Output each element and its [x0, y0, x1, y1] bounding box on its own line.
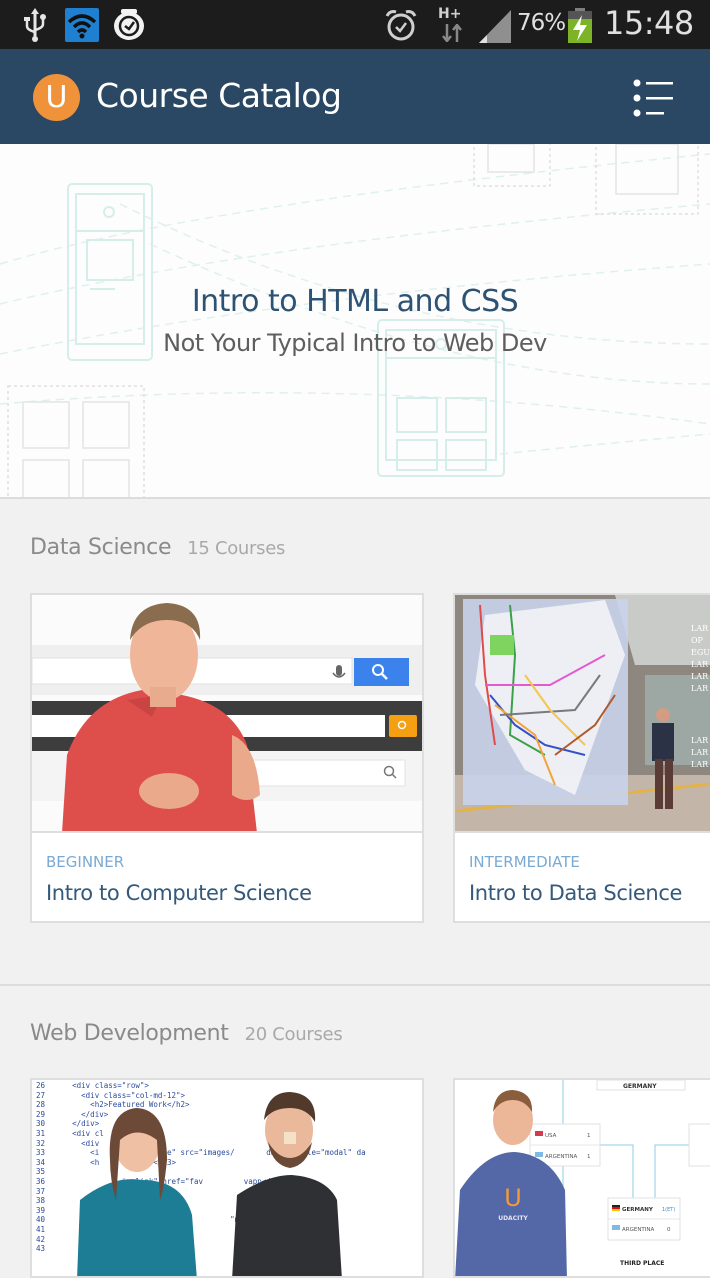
course-count: 15 Courses: [187, 538, 286, 559]
svg-text:LAR: LAR: [691, 748, 709, 757]
course-card-web-development-2[interactable]: GERMANY USA 1 ARGENTINA 1 GERMANY 1(ET) …: [453, 1078, 710, 1278]
course-thumbnail: 26 <div class="row"> 27 <div class="col-m…: [32, 1080, 422, 1276]
course-card-intro-to-data-science[interactable]: LAR OP EGU LAR LAR LAR LAR LAR LAR INTERMEDIATE…: [453, 593, 710, 923]
menu-button[interactable]: [628, 74, 678, 120]
section-header-web-development[interactable]: Web Development 20 Courses: [30, 1021, 343, 1046]
network-type: H+: [438, 6, 462, 22]
course-level: INTERMEDIATE: [469, 853, 580, 871]
bracket-text: U: [504, 1184, 522, 1212]
course-card-intro-to-computer-science[interactable]: BEGINNER Intro to Computer Science: [30, 593, 424, 923]
course-title: Intro to Data Science: [469, 881, 683, 905]
featured-course-subtitle: Not Your Typical Intro to Web Dev: [163, 329, 547, 357]
logo-letter: U: [45, 80, 68, 115]
bracket-text: ARGENTINA: [622, 1227, 655, 1233]
alarm-icon: [385, 10, 417, 41]
wifi-icon: [65, 8, 99, 42]
bracket-top-label: GERMANY: [623, 1083, 657, 1090]
bracket-text: ARGENTINA: [545, 1154, 578, 1160]
course-level: BEGINNER: [46, 853, 125, 871]
section-divider: [0, 984, 710, 986]
instructor-with-bracket-image: GERMANY USA 1 ARGENTINA 1 GERMANY 1(ET) …: [455, 1080, 710, 1276]
course-title: Intro to Computer Science: [46, 881, 312, 905]
list-menu-icon: [633, 79, 673, 117]
section-name: Web Development: [30, 1021, 229, 1046]
subway-map-station-image: LAR OP EGU LAR LAR LAR LAR LAR LAR: [455, 595, 710, 831]
status-bar: H+ 76% 15:48: [0, 0, 710, 49]
signal-icon: [479, 10, 511, 43]
wireframe-background-illustration: [0, 144, 710, 497]
svg-text:LAR: LAR: [691, 760, 709, 769]
timer-icon: [114, 9, 144, 40]
featured-course-banner[interactable]: Intro to HTML and CSS Not Your Typical I…: [0, 144, 710, 499]
bracket-text: 1: [587, 1133, 591, 1139]
bracket-text: 0: [667, 1227, 671, 1233]
bracket-text: GERMANY: [622, 1207, 654, 1213]
udacity-logo[interactable]: U: [33, 74, 80, 121]
bracket-text: USA: [545, 1133, 557, 1139]
battery-percent: 76%: [517, 10, 566, 36]
svg-text:LAR: LAR: [691, 736, 709, 745]
bracket-text: 1(ET): [662, 1207, 675, 1213]
featured-course-title: Intro to HTML and CSS: [191, 284, 519, 319]
section-name: Data Science: [30, 535, 172, 560]
svg-text:LAR: LAR: [691, 624, 709, 633]
course-thumbnail: LAR OP EGU LAR LAR LAR LAR LAR LAR: [455, 595, 710, 833]
instructor-with-search-bars-image: [32, 595, 422, 831]
usb-icon: [24, 8, 46, 42]
clock: 15:48: [604, 4, 694, 42]
bracket-text: UDACITY: [498, 1215, 528, 1222]
svg-text:LAR: LAR: [691, 684, 709, 693]
page-title: Course Catalog: [96, 76, 342, 115]
svg-text:OP: OP: [691, 636, 704, 645]
battery-charging-icon: [568, 8, 592, 43]
course-thumbnail: GERMANY USA 1 ARGENTINA 1 GERMANY 1(ET) …: [455, 1080, 710, 1276]
svg-text:LAR: LAR: [691, 672, 709, 681]
svg-text:EGU: EGU: [691, 648, 710, 657]
course-thumbnail: [32, 595, 422, 833]
instructors-with-html-code-image: [77, 1092, 342, 1276]
course-card-web-development-1[interactable]: 26 <div class="row"> 27 <div class="col-m…: [30, 1078, 424, 1278]
section-header-data-science[interactable]: Data Science 15 Courses: [30, 535, 285, 560]
course-count: 20 Courses: [244, 1024, 343, 1045]
svg-text:LAR: LAR: [691, 660, 709, 669]
bracket-text: 1: [587, 1154, 591, 1160]
bracket-text: THIRD PLACE: [620, 1260, 664, 1267]
data-arrows-icon: [442, 24, 462, 42]
